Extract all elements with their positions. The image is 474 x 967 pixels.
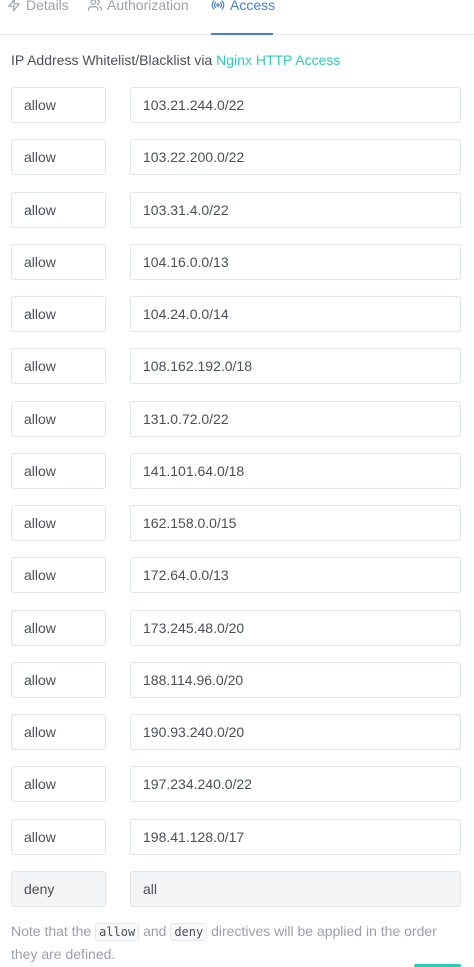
active-tab-indicator (211, 33, 273, 35)
note-middle: and (139, 923, 171, 939)
access-rule-row: allow 103.21.244.0/22 (0, 87, 474, 123)
order-note: Note that the allow and deny directives … (11, 920, 466, 965)
directive-select: deny (11, 870, 106, 907)
access-rule-row: allow 198.41.128.0/17 (0, 818, 474, 855)
address-input: all (130, 870, 461, 907)
tab-access-label: Access (230, 0, 276, 13)
directive-select[interactable]: allow (11, 191, 106, 228)
directive-select[interactable]: allow (11, 609, 106, 646)
access-rule-row: allow 103.31.4.0/22 (0, 191, 474, 228)
access-rule-row: allow 141.101.64.0/18 (0, 452, 474, 489)
directive-select[interactable]: allow (11, 296, 106, 332)
tab-details[interactable]: Details (7, 0, 69, 16)
access-rule-row: allow 162.158.0.0/15 (0, 505, 474, 541)
nginx-http-access-link[interactable]: Nginx HTTP Access (216, 52, 340, 68)
directive-select[interactable]: allow (11, 400, 106, 437)
directive-select[interactable]: allow (11, 818, 106, 855)
access-rule-row-final: deny all (0, 870, 474, 907)
access-rule-row: allow 131.0.72.0/22 (0, 400, 474, 437)
address-input[interactable]: 162.158.0.0/15 (130, 505, 461, 541)
address-input[interactable]: 141.101.64.0/18 (130, 452, 461, 489)
tab-details-label: Details (26, 0, 69, 13)
access-rule-row: allow 104.16.0.0/13 (0, 243, 474, 280)
bolt-icon (8, 0, 20, 12)
address-input[interactable]: 198.41.128.0/17 (130, 818, 461, 855)
address-input[interactable]: 104.16.0.0/13 (130, 243, 461, 280)
directive-select[interactable]: allow (11, 505, 106, 541)
directive-select[interactable]: allow (11, 661, 106, 698)
address-input[interactable]: 172.64.0.0/13 (130, 557, 461, 594)
access-rule-row: allow 190.93.240.0/20 (0, 714, 474, 750)
address-input[interactable]: 103.31.4.0/22 (130, 191, 461, 228)
directive-select[interactable]: allow (11, 243, 106, 280)
tab-authorization-label: Authorization (107, 0, 189, 13)
address-input[interactable]: 103.21.244.0/22 (130, 87, 461, 123)
access-rule-row: allow 197.234.240.0/22 (0, 766, 474, 803)
tab-authorization[interactable]: Authorization (88, 0, 189, 16)
directive-select[interactable]: allow (11, 87, 106, 123)
access-rule-row: allow 172.64.0.0/13 (0, 557, 474, 594)
access-rule-row: allow 104.24.0.0/14 (0, 296, 474, 332)
tab-access[interactable]: Access (211, 0, 275, 16)
address-input[interactable]: 173.245.48.0/20 (130, 609, 461, 646)
users-icon (88, 0, 102, 11)
broadcast-icon (211, 0, 225, 10)
address-input[interactable]: 190.93.240.0/20 (130, 714, 461, 750)
note-allow-code: allow (95, 923, 140, 941)
directive-select[interactable]: allow (11, 714, 106, 750)
address-input[interactable]: 104.24.0.0/14 (130, 296, 461, 332)
address-input[interactable]: 197.234.240.0/22 (130, 766, 461, 803)
directive-select[interactable]: allow (11, 766, 106, 803)
address-input[interactable]: 188.114.96.0/20 (130, 661, 461, 698)
note-prefix: Note that the (11, 923, 96, 939)
access-rule-row: allow 188.114.96.0/20 (0, 661, 474, 698)
access-rule-row: allow 173.245.48.0/20 (0, 609, 474, 646)
intro-text: IP Address Whitelist/Blacklist via (11, 52, 217, 68)
directive-select[interactable]: allow (11, 557, 106, 594)
directive-select[interactable]: allow (11, 348, 106, 385)
tab-bar: Details Authorization Access (0, 0, 474, 35)
access-intro: IP Address Whitelist/Blacklist via Nginx… (11, 52, 340, 68)
directive-select[interactable]: allow (11, 452, 106, 489)
access-rule-row: allow 103.22.200.0/22 (0, 139, 474, 176)
access-rule-row: allow 108.162.192.0/18 (0, 348, 474, 385)
address-input[interactable]: 103.22.200.0/22 (130, 139, 461, 176)
address-input[interactable]: 131.0.72.0/22 (130, 400, 461, 437)
directive-select[interactable]: allow (11, 139, 106, 176)
address-input[interactable]: 108.162.192.0/18 (130, 348, 461, 385)
note-deny-code: deny (170, 923, 208, 941)
